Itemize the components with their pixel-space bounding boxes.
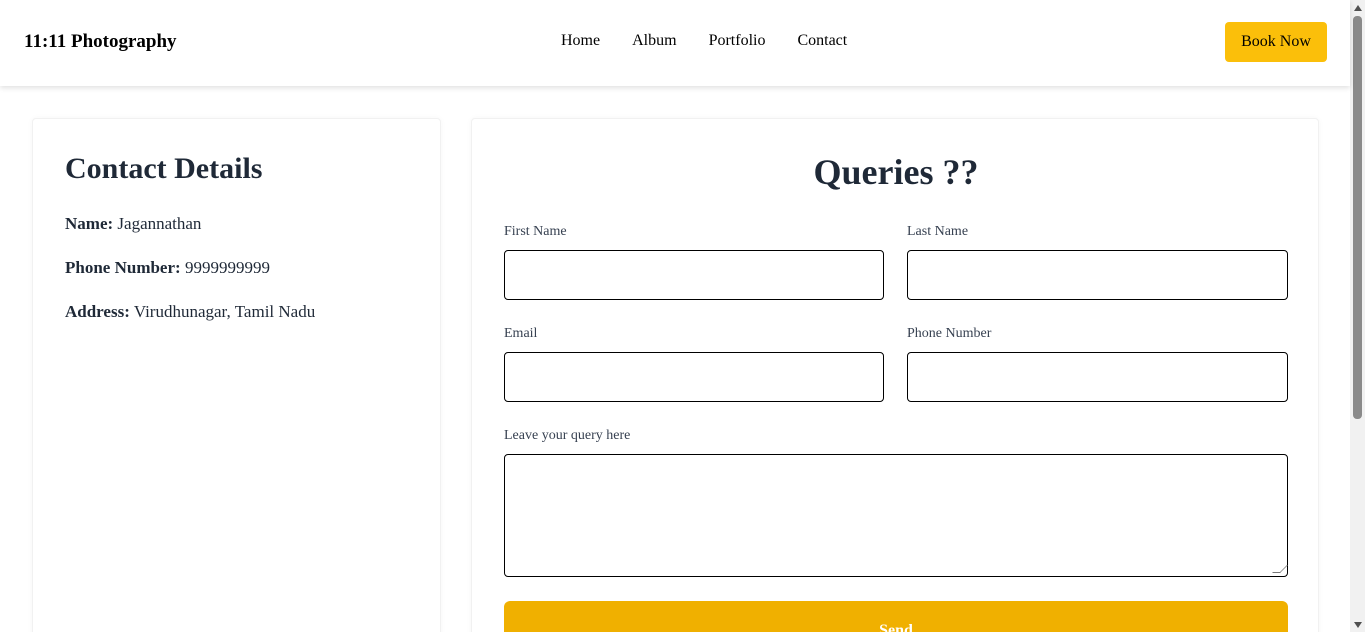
name-label: Name: — [65, 214, 114, 233]
contact-phone: Phone Number: 9999999999 — [65, 258, 270, 278]
scrollbar-thumb[interactable] — [1353, 16, 1362, 419]
contact-address: Address: Virudhunagar, Tamil Nadu — [65, 302, 315, 322]
address-label: Address: — [65, 302, 130, 321]
page: 11:11 Photography Home Album Portfolio C… — [0, 0, 1365, 632]
last-name-label: Last Name — [907, 224, 969, 239]
contact-details-card: Contact Details Name: Jagannathan Phone … — [32, 118, 441, 632]
scroll-down-arrow-icon[interactable] — [1350, 617, 1365, 632]
vertical-scrollbar[interactable] — [1350, 0, 1365, 632]
query-form-card: Queries ?? First Name Last Name Email Ph… — [471, 118, 1319, 632]
query-label: Leave your query here — [504, 428, 631, 443]
main-nav: Home Album Portfolio Contact — [561, 32, 879, 50]
nav-album[interactable]: Album — [632, 32, 676, 50]
name-value: Jagannathan — [117, 214, 202, 233]
contact-details-title: Contact Details — [65, 152, 263, 185]
phone-label: Phone Number: — [65, 258, 181, 277]
query-textarea[interactable] — [504, 454, 1288, 577]
nav-home[interactable]: Home — [561, 32, 600, 50]
nav-contact[interactable]: Contact — [797, 32, 847, 50]
nav-portfolio[interactable]: Portfolio — [709, 32, 766, 50]
send-button[interactable]: Send — [504, 601, 1288, 632]
scroll-up-arrow-icon[interactable] — [1350, 0, 1365, 15]
phone-number-input[interactable] — [907, 352, 1288, 402]
site-header: 11:11 Photography Home Album Portfolio C… — [0, 0, 1350, 86]
first-name-input[interactable] — [504, 250, 884, 300]
last-name-input[interactable] — [907, 250, 1288, 300]
address-value: Virudhunagar, Tamil Nadu — [133, 302, 316, 321]
phone-value: 9999999999 — [184, 258, 270, 277]
phone-number-label: Phone Number — [907, 326, 992, 341]
brand-logo[interactable]: 11:11 Photography — [24, 31, 177, 53]
query-form-title: Queries ?? — [813, 152, 979, 192]
first-name-label: First Name — [504, 224, 567, 239]
email-label: Email — [504, 326, 538, 341]
book-now-button[interactable]: Book Now — [1225, 22, 1327, 62]
email-input[interactable] — [504, 352, 884, 402]
contact-name: Name: Jagannathan — [65, 214, 201, 234]
